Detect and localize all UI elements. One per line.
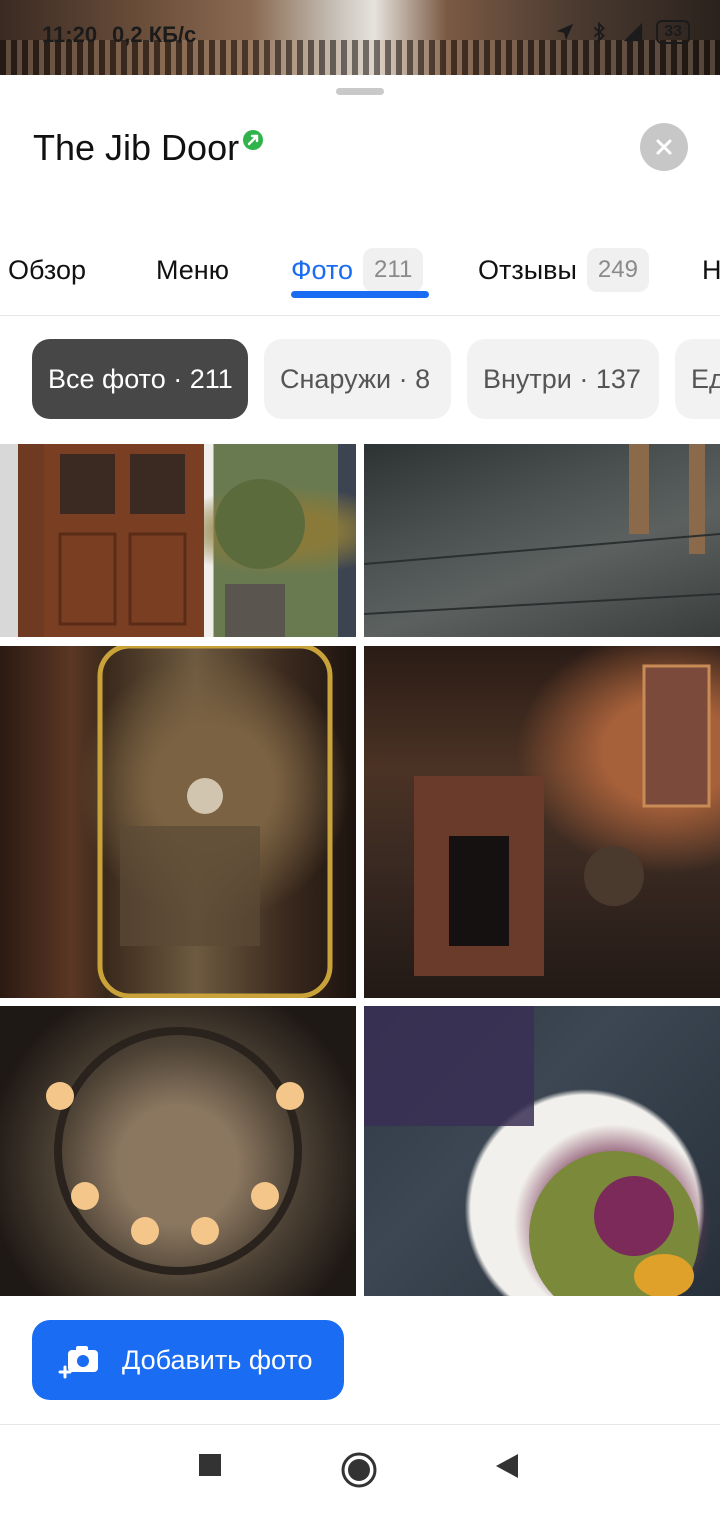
tab-reviews[interactable]: Отзывы 249: [478, 235, 649, 305]
tab-label: Обзор: [8, 254, 86, 285]
fireplace-illustration: [414, 664, 711, 976]
status-time: 11:20: [42, 22, 98, 47]
chip-outside[interactable]: Снаружи · 8: [264, 339, 451, 419]
chip-label: Внутри · 137: [483, 363, 641, 394]
photo-window-zedel[interactable]: [0, 646, 356, 998]
status-bar-area: 11:20 0,2 КБ/с 33: [0, 0, 720, 75]
place-tabs: Обзор Меню Фото 211 Отзывы 249 Н: [0, 235, 720, 316]
photo-floor[interactable]: [364, 444, 720, 637]
photo-salad-dish[interactable]: [364, 1006, 720, 1296]
chip-food[interactable]: Ед: [675, 339, 720, 419]
place-title: The Jib Door: [33, 127, 240, 168]
tab-label: Отзывы: [478, 254, 577, 285]
tab-overview[interactable]: Обзор: [8, 235, 86, 305]
add-camera-icon: [58, 1346, 98, 1379]
close-icon: [656, 139, 672, 155]
chip-label: Снаружи · 8: [280, 363, 431, 394]
chip-label: Все фото · 211: [48, 363, 233, 394]
chip-inside[interactable]: Внутри · 137: [467, 339, 659, 419]
status-network-speed: 0,2 КБ/с: [112, 22, 197, 47]
tab-count: 249: [586, 248, 649, 292]
verified-badge-icon: [243, 130, 263, 150]
chip-label: Ед: [691, 363, 720, 394]
add-photo-button[interactable]: Добавить фото: [32, 1320, 344, 1400]
system-navigation-bar: [0, 1424, 720, 1521]
bluetooth-icon: [594, 21, 606, 43]
recent-apps-button[interactable]: [198, 1453, 222, 1477]
back-button[interactable]: [494, 1453, 520, 1479]
tab-more[interactable]: Н: [702, 235, 720, 305]
photo-entrance-door[interactable]: [0, 444, 356, 637]
window-illustration: [97, 646, 333, 998]
photo-chandelier[interactable]: [0, 1006, 356, 1296]
chip-all-photos[interactable]: Все фото · 211: [32, 339, 248, 419]
signal-icon: [624, 22, 643, 42]
status-icons: 33: [554, 20, 690, 44]
photo-fireplace-interior[interactable]: [364, 646, 720, 998]
tab-menu[interactable]: Меню: [156, 235, 229, 305]
floor-illustration: [364, 444, 720, 615]
sheet-drag-handle[interactable]: [336, 88, 384, 95]
place-sheet: The Jib Door Обзор Меню Фото 211 Отзывы …: [0, 75, 720, 1520]
tab-label: Н: [702, 254, 720, 285]
door-illustration: [44, 444, 305, 637]
close-button[interactable]: [640, 123, 688, 171]
active-tab-indicator: [291, 291, 429, 298]
salad-illustration: [364, 1006, 699, 1296]
header-photo: [0, 40, 720, 75]
tab-count: 211: [363, 248, 424, 292]
location-icon: [556, 23, 574, 41]
tab-label: Фото: [291, 254, 354, 285]
tab-label: Меню: [156, 254, 229, 285]
battery-indicator: 33: [656, 20, 690, 44]
photo-filter-chips: Все фото · 211 Снаружи · 8 Внутри · 137 …: [0, 339, 720, 421]
chandelier-illustration: [46, 1027, 304, 1275]
add-photo-label: Добавить фото: [122, 1344, 313, 1375]
home-button[interactable]: [340, 1451, 378, 1489]
